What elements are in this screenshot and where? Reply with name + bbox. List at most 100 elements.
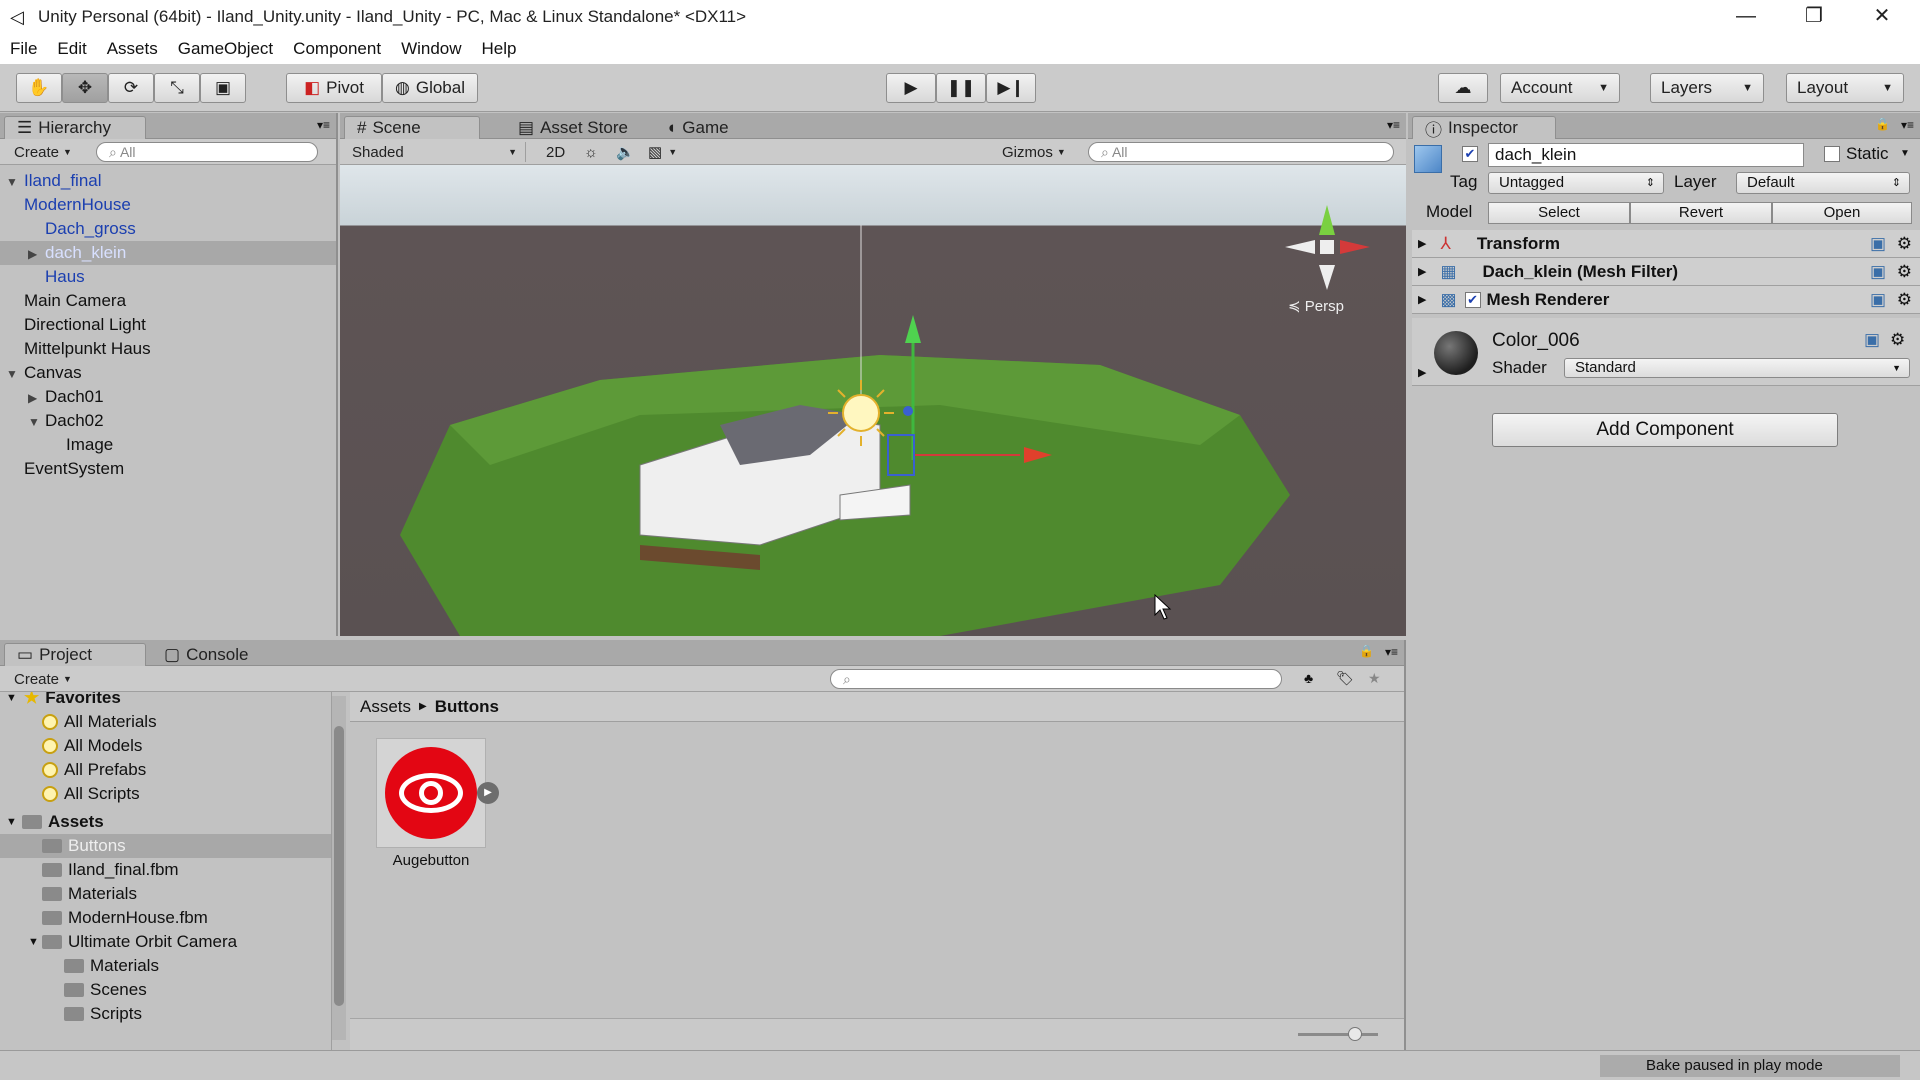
pivot-toggle[interactable]: ◧ Pivot bbox=[286, 73, 382, 103]
tab-project[interactable]: ▭ Project bbox=[4, 643, 146, 666]
model-revert-button[interactable]: Revert bbox=[1630, 202, 1772, 224]
menu-gameobject[interactable]: GameObject bbox=[168, 39, 283, 59]
menu-window[interactable]: Window bbox=[391, 39, 471, 59]
hierarchy-item-dach-gross[interactable]: Dach_gross bbox=[45, 217, 136, 241]
model-select-button[interactable]: Select bbox=[1488, 202, 1630, 224]
hierarchy-item-main-camera[interactable]: Main Camera bbox=[24, 289, 126, 313]
tab-inspector[interactable]: ⓘ Inspector bbox=[1412, 116, 1556, 140]
hand-tool-button[interactable]: ✋ bbox=[16, 73, 62, 103]
hierarchy-item-mittelpunkt-haus[interactable]: Mittelpunkt Haus bbox=[24, 337, 151, 361]
step-button[interactable]: ▶❙ bbox=[986, 73, 1036, 103]
play-preview-icon[interactable]: ▶ bbox=[477, 782, 499, 804]
expand-arrow-icon[interactable]: ▼ bbox=[6, 175, 20, 189]
layer-dropdown[interactable]: Default ⇕ bbox=[1736, 172, 1910, 194]
hierarchy-item-iland-final[interactable]: Iland_final bbox=[24, 169, 102, 193]
object-name-field[interactable]: dach_klein bbox=[1488, 143, 1804, 167]
foldout-arrow-icon[interactable]: ▶ bbox=[1418, 293, 1426, 306]
renderer-enabled-checkbox[interactable]: ✔ bbox=[1464, 291, 1481, 308]
scale-tool-button[interactable]: ⤡ bbox=[154, 73, 200, 103]
expand-arrow-icon[interactable]: ▼ bbox=[28, 415, 42, 429]
collapsed-arrow-icon[interactable]: ▶ bbox=[28, 247, 42, 261]
folder-orbit-materials[interactable]: Materials bbox=[64, 954, 159, 978]
tab-scene[interactable]: # Scene bbox=[344, 116, 480, 139]
static-checkbox[interactable] bbox=[1824, 146, 1840, 162]
breadcrumb-buttons[interactable]: Buttons bbox=[435, 697, 499, 717]
scene-viewport[interactable]: ≼ Persp bbox=[340, 165, 1406, 636]
panel-menu-icon[interactable]: ▾≡ bbox=[1385, 645, 1398, 659]
panel-menu-icon[interactable]: ▾≡ bbox=[1901, 118, 1914, 132]
zoom-slider-thumb[interactable] bbox=[1348, 1027, 1362, 1041]
favorites-header[interactable]: ★ Favorites bbox=[24, 692, 121, 710]
filter-by-label-icon[interactable]: 🏷 bbox=[1336, 670, 1354, 687]
favorite-star-icon[interactable]: ★ bbox=[1368, 670, 1381, 687]
favorite-all-prefabs[interactable]: All Prefabs bbox=[42, 758, 146, 782]
layers-dropdown[interactable]: Layers ▼ bbox=[1650, 73, 1764, 103]
breadcrumb-assets[interactable]: Assets bbox=[360, 697, 411, 717]
scene-search-input[interactable]: ⌕ All bbox=[1088, 142, 1394, 162]
chevron-down-icon[interactable]: ▼ bbox=[1900, 148, 1910, 159]
tree-scrollbar[interactable] bbox=[332, 696, 346, 1040]
menu-file[interactable]: File bbox=[0, 39, 47, 59]
persp-label[interactable]: ≼ Persp bbox=[1288, 297, 1344, 315]
shader-dropdown[interactable]: Standard ▼ bbox=[1564, 358, 1910, 378]
hierarchy-search-input[interactable]: ⌕ All bbox=[96, 142, 318, 162]
play-button[interactable]: ▶ bbox=[886, 73, 936, 103]
gizmos-dropdown[interactable]: Gizmos ▼ bbox=[994, 142, 1074, 162]
hierarchy-item-dach02[interactable]: Dach02 bbox=[45, 409, 104, 433]
gear-icon[interactable]: ⚙ bbox=[1897, 262, 1912, 282]
foldout-arrow-icon[interactable]: ▶ bbox=[1418, 366, 1426, 379]
assets-root[interactable]: Assets bbox=[22, 810, 104, 834]
hierarchy-item-dach01[interactable]: Dach01 bbox=[45, 385, 104, 409]
cloud-button[interactable]: ☁ bbox=[1438, 73, 1488, 103]
hierarchy-item-canvas[interactable]: Canvas bbox=[24, 361, 82, 385]
help-book-icon[interactable]: ▣ bbox=[1870, 290, 1886, 310]
gear-icon[interactable]: ⚙ bbox=[1897, 290, 1912, 310]
global-toggle[interactable]: ◍ Global bbox=[382, 73, 478, 103]
foldout-arrow-icon[interactable]: ▶ bbox=[1418, 265, 1426, 278]
tab-game[interactable]: ◖ Game bbox=[654, 116, 741, 139]
tag-dropdown[interactable]: Untagged ⇕ bbox=[1488, 172, 1664, 194]
hierarchy-create-button[interactable]: Create ▼ bbox=[6, 142, 80, 162]
expand-arrow-icon[interactable]: ▼ bbox=[6, 816, 17, 828]
folder-orbit-scripts[interactable]: Scripts bbox=[64, 1002, 142, 1026]
tab-hierarchy[interactable]: ☰ Hierarchy bbox=[4, 116, 146, 139]
active-checkbox[interactable]: ✔ bbox=[1462, 146, 1478, 162]
folder-modernhouse-fbm[interactable]: ModernHouse.fbm bbox=[42, 906, 208, 930]
component-mesh-renderer[interactable]: ▶ ▩ ✔ Mesh Renderer ▣ ⚙ bbox=[1412, 286, 1920, 314]
foldout-arrow-icon[interactable]: ▶ bbox=[1418, 237, 1426, 250]
account-dropdown[interactable]: Account ▼ bbox=[1500, 73, 1620, 103]
menu-help[interactable]: Help bbox=[472, 39, 527, 59]
audio-toggle[interactable]: 🔈 bbox=[608, 142, 643, 162]
gear-icon[interactable]: ⚙ bbox=[1890, 330, 1905, 350]
restore-button[interactable]: ❐ bbox=[1780, 0, 1848, 34]
gear-icon[interactable]: ⚙ bbox=[1897, 234, 1912, 254]
favorite-all-materials[interactable]: All Materials bbox=[42, 710, 157, 734]
component-mesh-filter[interactable]: ▶ ▦ Dach_klein (Mesh Filter) ▣ ⚙ bbox=[1412, 258, 1920, 286]
lock-icon[interactable]: 🔒 bbox=[1359, 644, 1374, 658]
collapsed-arrow-icon[interactable]: ▶ bbox=[28, 391, 42, 405]
project-create-button[interactable]: Create ▼ bbox=[6, 669, 80, 689]
layout-dropdown[interactable]: Layout ▼ bbox=[1786, 73, 1904, 103]
component-transform[interactable]: ▶ ⅄ Transform ▣ ⚙ bbox=[1412, 230, 1920, 258]
expand-arrow-icon[interactable]: ▼ bbox=[6, 367, 20, 381]
expand-arrow-icon[interactable]: ▼ bbox=[28, 936, 39, 948]
favorite-all-scripts[interactable]: All Scripts bbox=[42, 782, 140, 806]
add-component-button[interactable]: Add Component bbox=[1492, 413, 1838, 447]
panel-menu-icon[interactable]: ▾≡ bbox=[317, 118, 330, 132]
scrollbar-thumb[interactable] bbox=[334, 726, 344, 1006]
folder-buttons[interactable]: Buttons bbox=[42, 834, 126, 858]
help-book-icon[interactable]: ▣ bbox=[1870, 234, 1886, 254]
folder-orbit-scenes[interactable]: Scenes bbox=[64, 978, 147, 1002]
shading-dropdown[interactable]: Shaded ▼ bbox=[344, 142, 526, 162]
expand-arrow-icon[interactable]: ▼ bbox=[6, 692, 17, 704]
effects-dropdown[interactable]: ▧ ▼ bbox=[640, 142, 685, 162]
lighting-toggle[interactable]: ☼ bbox=[576, 142, 606, 162]
hierarchy-item-modernhouse[interactable]: ModernHouse bbox=[24, 193, 131, 217]
pause-button[interactable]: ❚❚ bbox=[936, 73, 986, 103]
folder-materials[interactable]: Materials bbox=[42, 882, 137, 906]
hierarchy-item-haus[interactable]: Haus bbox=[45, 265, 85, 289]
help-book-icon[interactable]: ▣ bbox=[1870, 262, 1886, 282]
project-search-input[interactable]: ⌕ bbox=[830, 669, 1282, 689]
rect-tool-button[interactable]: ▣ bbox=[200, 73, 246, 103]
filter-by-type-icon[interactable]: ♣ bbox=[1304, 670, 1313, 686]
